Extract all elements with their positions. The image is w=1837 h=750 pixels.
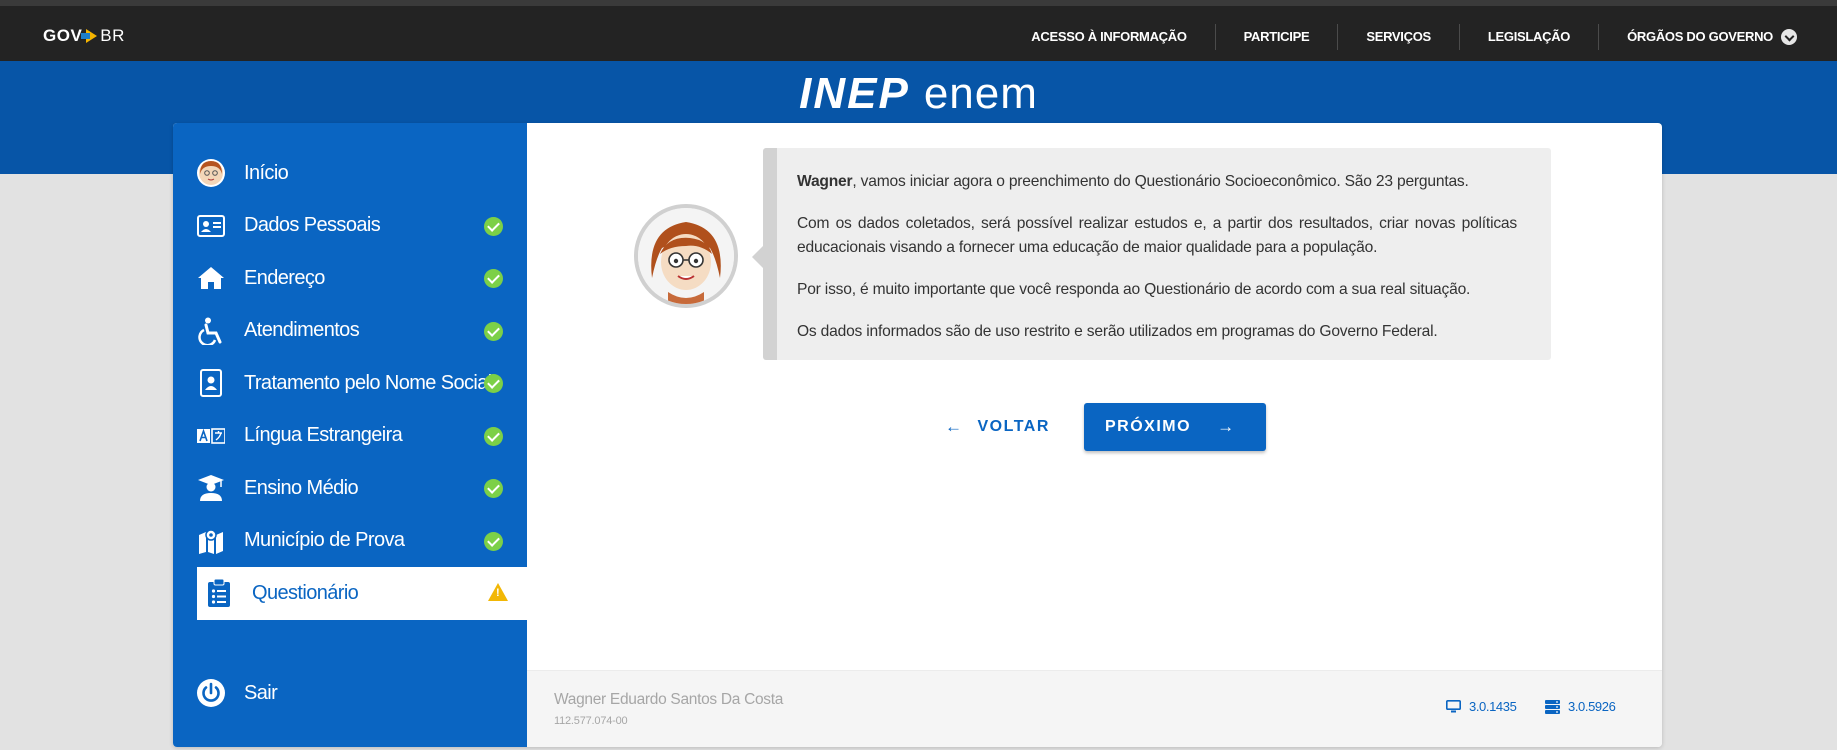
check-circle-icon (484, 479, 503, 498)
sidebar-item-label: Ensino Médio (244, 476, 359, 499)
badge-icon (196, 368, 226, 398)
check-circle-icon (484, 216, 503, 236)
sidebar-item-inicio[interactable]: Início (173, 147, 527, 200)
inep-logo-text: INEP (799, 69, 910, 118)
map-icon (196, 526, 226, 556)
back-button-label: VOLTAR (977, 418, 1050, 435)
check-circle-icon (484, 269, 503, 288)
sidebar-item-questionario[interactable]: Questionário (193, 567, 527, 620)
monitor-icon (1446, 700, 1461, 713)
sidebar-item-lingua-estrangeira[interactable]: Língua Estrangeira (173, 410, 527, 463)
check-circle-icon (484, 321, 503, 341)
gov-nav-label: ACESSO À INFORMAÇÃO (1031, 29, 1187, 44)
sidebar: Início Dados Pessoais Endereço Atendimen… (173, 123, 527, 747)
sidebar-item-label: Questionário (252, 581, 359, 604)
sidebar-item-label: Tratamento pelo Nome Social (244, 371, 492, 394)
gov-nav-orgaos-governo[interactable]: ÓRGÃOS DO GOVERNO (1598, 24, 1797, 50)
next-button-label: PRÓXIMO (1105, 418, 1192, 435)
sidebar-nav: Início Dados Pessoais Endereço Atendimen… (173, 147, 527, 620)
graduate-icon (196, 473, 226, 503)
back-button[interactable]: ← VOLTAR (945, 403, 1050, 451)
inep-enem-logo: INEP enem (0, 72, 1837, 116)
warning-icon (488, 583, 508, 601)
check-circle-icon (484, 374, 503, 393)
sidebar-item-ensino-medio[interactable]: Ensino Médio (173, 462, 527, 515)
gov-nav: ACESSO À INFORMAÇÃO PARTICIPE SERVIÇOS L… (1003, 24, 1797, 50)
sidebar-item-label: Município de Prova (244, 529, 405, 552)
sidebar-item-dados-pessoais[interactable]: Dados Pessoais (173, 200, 527, 253)
user-cpf: 112.577.074-00 (554, 715, 628, 727)
message-paragraph: Os dados informados são de uso restrito … (797, 323, 1438, 340)
chevron-down-icon (1781, 29, 1797, 45)
message-intro-text: , vamos iniciar agora o preenchimento do… (852, 173, 1469, 190)
gov-nav-label: SERVIÇOS (1366, 29, 1431, 44)
gov-top-bar: GOV BR ACESSO À INFORMAÇÃO PARTICIPE SER… (0, 0, 1837, 61)
gov-nav-label: LEGISLAÇÃO (1487, 29, 1571, 44)
sidebar-item-label: Endereço (244, 266, 325, 289)
assistant-message: Wagner, vamos iniciar agora o preenchime… (752, 148, 1551, 360)
card-footer: Wagner Eduardo Santos Da Costa 112.577.0… (527, 670, 1662, 747)
sidebar-item-label: Início (244, 161, 289, 184)
client-version-text: 3.0.1435 (1469, 699, 1517, 714)
gov-nav-legislacao[interactable]: LEGISLAÇÃO (1458, 24, 1598, 50)
sidebar-item-nome-social[interactable]: Tratamento pelo Nome Social (173, 357, 527, 410)
gov-logo-arrow-icon (81, 29, 98, 43)
home-icon (196, 263, 226, 293)
avatar-icon (196, 158, 226, 188)
server-version: 3.0.5926 (1545, 699, 1616, 714)
message-paragraph: Com os dados coletados, será possível re… (797, 215, 1517, 256)
gov-nav-participe[interactable]: PARTICIPE (1214, 24, 1338, 50)
check-circle-icon (484, 426, 503, 446)
sidebar-item-label: Língua Estrangeira (244, 424, 403, 447)
gov-nav-label: ÓRGÃOS DO GOVERNO (1627, 29, 1773, 44)
gov-logo-text: GOV (43, 26, 83, 45)
check-circle-icon (484, 531, 503, 551)
sidebar-item-atendimentos[interactable]: Atendimentos (173, 305, 527, 358)
server-version-text: 3.0.5926 (1568, 699, 1616, 714)
gov-br-logo[interactable]: GOV BR (43, 26, 125, 46)
power-icon (196, 678, 226, 708)
message-intro: Wagner, vamos iniciar agora o preenchime… (797, 170, 1517, 194)
id-card-icon (196, 211, 226, 241)
server-icon (1545, 699, 1560, 714)
gov-logo-br-text: BR (100, 26, 125, 45)
gov-nav-servicos[interactable]: SERVIÇOS (1337, 24, 1459, 50)
language-icon (196, 421, 226, 451)
sidebar-item-label: Dados Pessoais (244, 214, 381, 237)
accessibility-icon (196, 316, 226, 346)
logout-button[interactable]: Sair (196, 678, 278, 708)
logout-label: Sair (244, 681, 278, 704)
user-first-name: Wagner (797, 173, 853, 190)
next-button[interactable]: PRÓXIMO → (1084, 403, 1266, 451)
main-card: Início Dados Pessoais Endereço Atendimen… (173, 123, 1662, 747)
sidebar-item-label: Atendimentos (244, 319, 360, 342)
sidebar-item-endereco[interactable]: Endereço (173, 252, 527, 305)
gov-nav-label: PARTICIPE (1243, 29, 1310, 44)
user-full-name: Wagner Eduardo Santos Da Costa (554, 691, 784, 708)
arrow-left-icon: ← (945, 417, 964, 436)
message-paragraph: Por isso, é muito importante que você re… (797, 281, 1471, 298)
enem-logo-text: enem (923, 69, 1038, 118)
client-version: 3.0.1435 (1446, 699, 1517, 714)
assistant-avatar (634, 204, 738, 308)
clipboard-list-icon (204, 578, 234, 608)
sidebar-item-municipio-prova[interactable]: Município de Prova (173, 515, 527, 568)
arrow-right-icon: → (1217, 417, 1236, 436)
gov-nav-acesso-informacao[interactable]: ACESSO À INFORMAÇÃO (1003, 24, 1214, 50)
